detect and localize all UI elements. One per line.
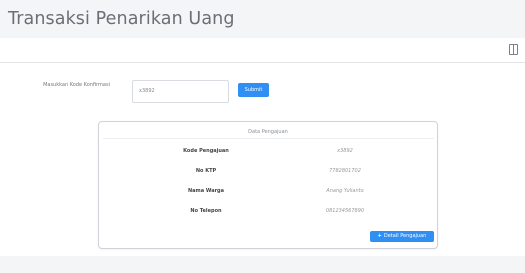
- submit-button[interactable]: Submit: [238, 83, 269, 97]
- detail-row: Kode Pengajuan x3892: [99, 148, 437, 160]
- detail-row-value: x3892: [337, 148, 353, 154]
- detail-row-label: No KTP: [195, 168, 217, 174]
- detail-submission-label: Detail Pengajuan: [383, 233, 427, 239]
- page-header: Transaksi Penarikan Uang: [0, 0, 525, 38]
- detail-row: No KTP 7782801702: [99, 168, 437, 180]
- detail-row-value: 081234567890: [325, 208, 365, 214]
- detail-row: No Telepon 081234567890: [99, 208, 437, 220]
- confirmation-code-label: Masukkan Kode Konfirmasi: [43, 82, 110, 88]
- detail-row-label: No Telepon: [190, 208, 222, 214]
- sidebar-toggle-icon[interactable]: [509, 44, 518, 55]
- card-divider: [103, 138, 434, 139]
- footer-band: [0, 256, 525, 273]
- detail-row-value: 7782801702: [329, 168, 361, 174]
- card-title: Data Pengajuan: [248, 129, 288, 135]
- detail-row-label: Kode Pengajuan: [183, 148, 229, 154]
- submission-data-card: Data Pengajuan Kode Pengajuan x3892 No K…: [98, 121, 438, 249]
- plus-icon: +: [377, 233, 382, 239]
- detail-row: Nama Warga Anang Yulianto: [99, 188, 437, 200]
- detail-submission-button[interactable]: + Detail Pengajuan: [370, 231, 434, 242]
- page-title: Transaksi Penarikan Uang: [8, 9, 235, 29]
- detail-row-value: Anang Yulianto: [326, 188, 364, 194]
- detail-row-label: Nama Warga: [187, 188, 224, 194]
- toolbar: [0, 38, 525, 63]
- confirmation-code-input[interactable]: x3892: [132, 80, 229, 103]
- confirmation-form: Masukkan Kode Konfirmasi x3892 Submit: [0, 80, 525, 104]
